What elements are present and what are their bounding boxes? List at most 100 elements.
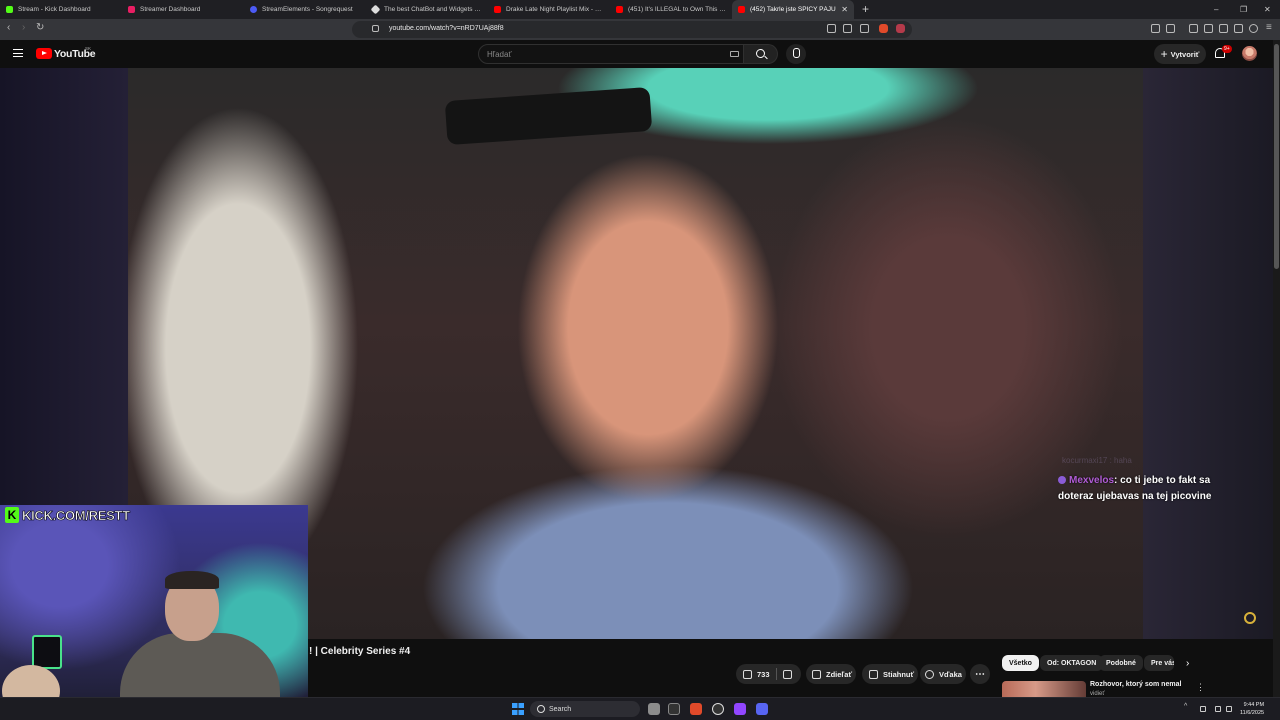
taskbar-search[interactable]: Search (530, 701, 640, 717)
close-tab-icon[interactable]: ✕ (841, 5, 848, 14)
browser-menu-icon[interactable]: ≡ (1266, 22, 1272, 33)
youtube-favicon-icon (494, 6, 501, 13)
cast-icon[interactable] (827, 24, 836, 33)
brave-rewards-icon[interactable] (896, 24, 905, 33)
brave-shields-icon[interactable] (879, 24, 888, 33)
brave-browser-icon[interactable] (690, 703, 702, 715)
voice-search-button[interactable] (786, 44, 806, 64)
twitch-app-icon[interactable] (734, 703, 746, 715)
browser-tab[interactable]: Drake Late Night Playlist Mix - Comp (488, 0, 610, 19)
search-placeholder: Hľadať (487, 50, 512, 59)
hamburger-menu-icon[interactable] (13, 49, 23, 57)
keyboard-icon[interactable] (730, 51, 739, 57)
chat-username: Mexvelos (1069, 475, 1115, 486)
streamelements-favicon-icon (250, 6, 257, 13)
kick-channel-url: KICK.COM/RESTT (22, 507, 131, 523)
microphone-tray-icon[interactable] (1200, 706, 1206, 712)
sidebar-toggle-icon[interactable] (1166, 24, 1175, 33)
thanks-icon (925, 669, 934, 679)
divider (775, 668, 777, 680)
network-tray-icon[interactable] (1226, 706, 1232, 712)
download-button[interactable]: Stiahnuť (862, 664, 918, 684)
thumbs-up-icon[interactable] (743, 669, 752, 679)
youtube-favicon-icon (738, 6, 745, 13)
clock-time: 9:44 PM (1243, 702, 1265, 708)
clock-date: 11/6/2025 (1240, 710, 1265, 716)
chip-for-you[interactable]: Pre vás (1144, 655, 1174, 671)
streamer-hair (165, 571, 219, 589)
wallet-icon[interactable] (1219, 24, 1228, 33)
tab-title: Drake Late Night Playlist Mix - Comp (506, 6, 604, 13)
download-label: Stiahnuť (883, 669, 915, 679)
account-avatar[interactable] (1242, 46, 1257, 61)
kick-favicon-icon (6, 6, 13, 13)
tab-title: StreamElements - Songrequest (262, 6, 353, 13)
site-info-icon[interactable] (372, 25, 379, 32)
video-title: ! | Celebrity Series #4 (309, 646, 411, 657)
chip-scroll-next-icon[interactable]: › (1186, 658, 1189, 669)
taskbar-clock[interactable]: 9:44 PM 11/6/2025 (1240, 701, 1264, 717)
tab-title: Stream - Kick Dashboard (18, 6, 91, 13)
reading-list-icon[interactable] (1204, 24, 1213, 33)
browser-tab-active[interactable]: (452) Takrle jste SPICY PÁJU ✕ (732, 0, 854, 19)
browser-tab[interactable]: (451) It's ILLEGAL to Own This 90's H (610, 0, 732, 19)
tray-expand-icon[interactable]: ^ (1184, 703, 1190, 710)
minimize-button[interactable]: – (1214, 0, 1218, 19)
chat-message: Mexvelos: co ti jebe to fakt sa doteraz … (1058, 473, 1248, 505)
share-label: Zdieľať (826, 669, 853, 679)
chat-text: haha (1114, 456, 1132, 465)
close-window-button[interactable]: ✕ (1264, 0, 1271, 19)
vpn-icon[interactable] (1249, 24, 1258, 33)
scrollbar-thumb[interactable] (1274, 44, 1279, 269)
extensions-icon[interactable] (1151, 24, 1160, 33)
search-input[interactable]: Hľadať (478, 44, 744, 64)
share-page-icon[interactable] (860, 24, 869, 33)
terminal-app-icon[interactable] (668, 703, 680, 715)
task-view-icon[interactable] (648, 703, 660, 715)
kick-channel-tag: K KICK.COM/RESTT (1, 506, 134, 524)
chatbot-favicon-icon (370, 4, 381, 15)
video-frame-detail (444, 86, 653, 146)
chip-all[interactable]: Všetko (1002, 655, 1039, 671)
overlay-logo-icon (1244, 612, 1256, 624)
back-button[interactable]: ‹ (7, 22, 10, 33)
thumbs-down-icon[interactable] (782, 669, 792, 679)
like-dislike-group[interactable]: 733 (736, 664, 801, 684)
notification-badge: 9+ (1222, 45, 1232, 53)
chip-related[interactable]: Podobné (1099, 655, 1143, 671)
recommendation-title[interactable]: Rozhovor, ktorý som nemal (1090, 681, 1190, 688)
downloads-icon[interactable] (1234, 24, 1243, 33)
search-button[interactable] (744, 44, 778, 64)
browser-tab-strip: Stream - Kick Dashboard Streamer Dashboa… (0, 0, 1280, 19)
youtube-logo-icon[interactable] (36, 48, 52, 59)
discord-app-icon[interactable] (756, 703, 768, 715)
tab-title: The best ChatBot and Widgets for K (384, 6, 482, 13)
chat-username: kocurmaxi17 (1062, 456, 1108, 465)
create-button[interactable]: + Vytvoriť (1154, 44, 1206, 64)
page-scrollbar[interactable] (1273, 40, 1280, 700)
translate-icon[interactable] (843, 24, 852, 33)
browser-tab[interactable]: Streamer Dashboard (122, 0, 244, 19)
reload-button[interactable]: ↻ (36, 22, 44, 33)
display-tray-icon[interactable] (1215, 706, 1221, 712)
youtube-header: YouTube SK Hľadať + Vytvoriť 9+ (0, 40, 1280, 68)
tab-title: (452) Takrle jste SPICY PÁJU (750, 6, 836, 13)
share-button[interactable]: Zdieľať (806, 664, 856, 684)
media-icon[interactable] (1189, 24, 1198, 33)
browser-tab[interactable]: Stream - Kick Dashboard (0, 0, 122, 19)
download-icon (869, 669, 878, 679)
more-actions-button[interactable]: ⋯ (970, 664, 990, 684)
forward-button[interactable]: › (22, 22, 25, 33)
url-text: youtube.com/watch?v=nRD7UAj88f8 (389, 25, 504, 32)
maximize-button[interactable]: ❐ (1240, 0, 1247, 19)
browser-tab[interactable]: The best ChatBot and Widgets for K (366, 0, 488, 19)
thanks-label: Vďaka (939, 669, 962, 679)
windows-start-icon[interactable] (512, 703, 524, 715)
new-tab-button[interactable]: + (854, 0, 877, 19)
windows-taskbar: Search ^ 9:44 PM 11/6/2025 (0, 697, 1280, 720)
obs-app-icon[interactable] (712, 703, 724, 715)
browser-tab[interactable]: StreamElements - Songrequest (244, 0, 366, 19)
chip-from-channel[interactable]: Od: OKTAGON (1040, 655, 1104, 671)
recommendation-menu-icon[interactable]: ⋮ (1196, 682, 1205, 693)
thanks-button[interactable]: Vďaka (920, 664, 966, 684)
